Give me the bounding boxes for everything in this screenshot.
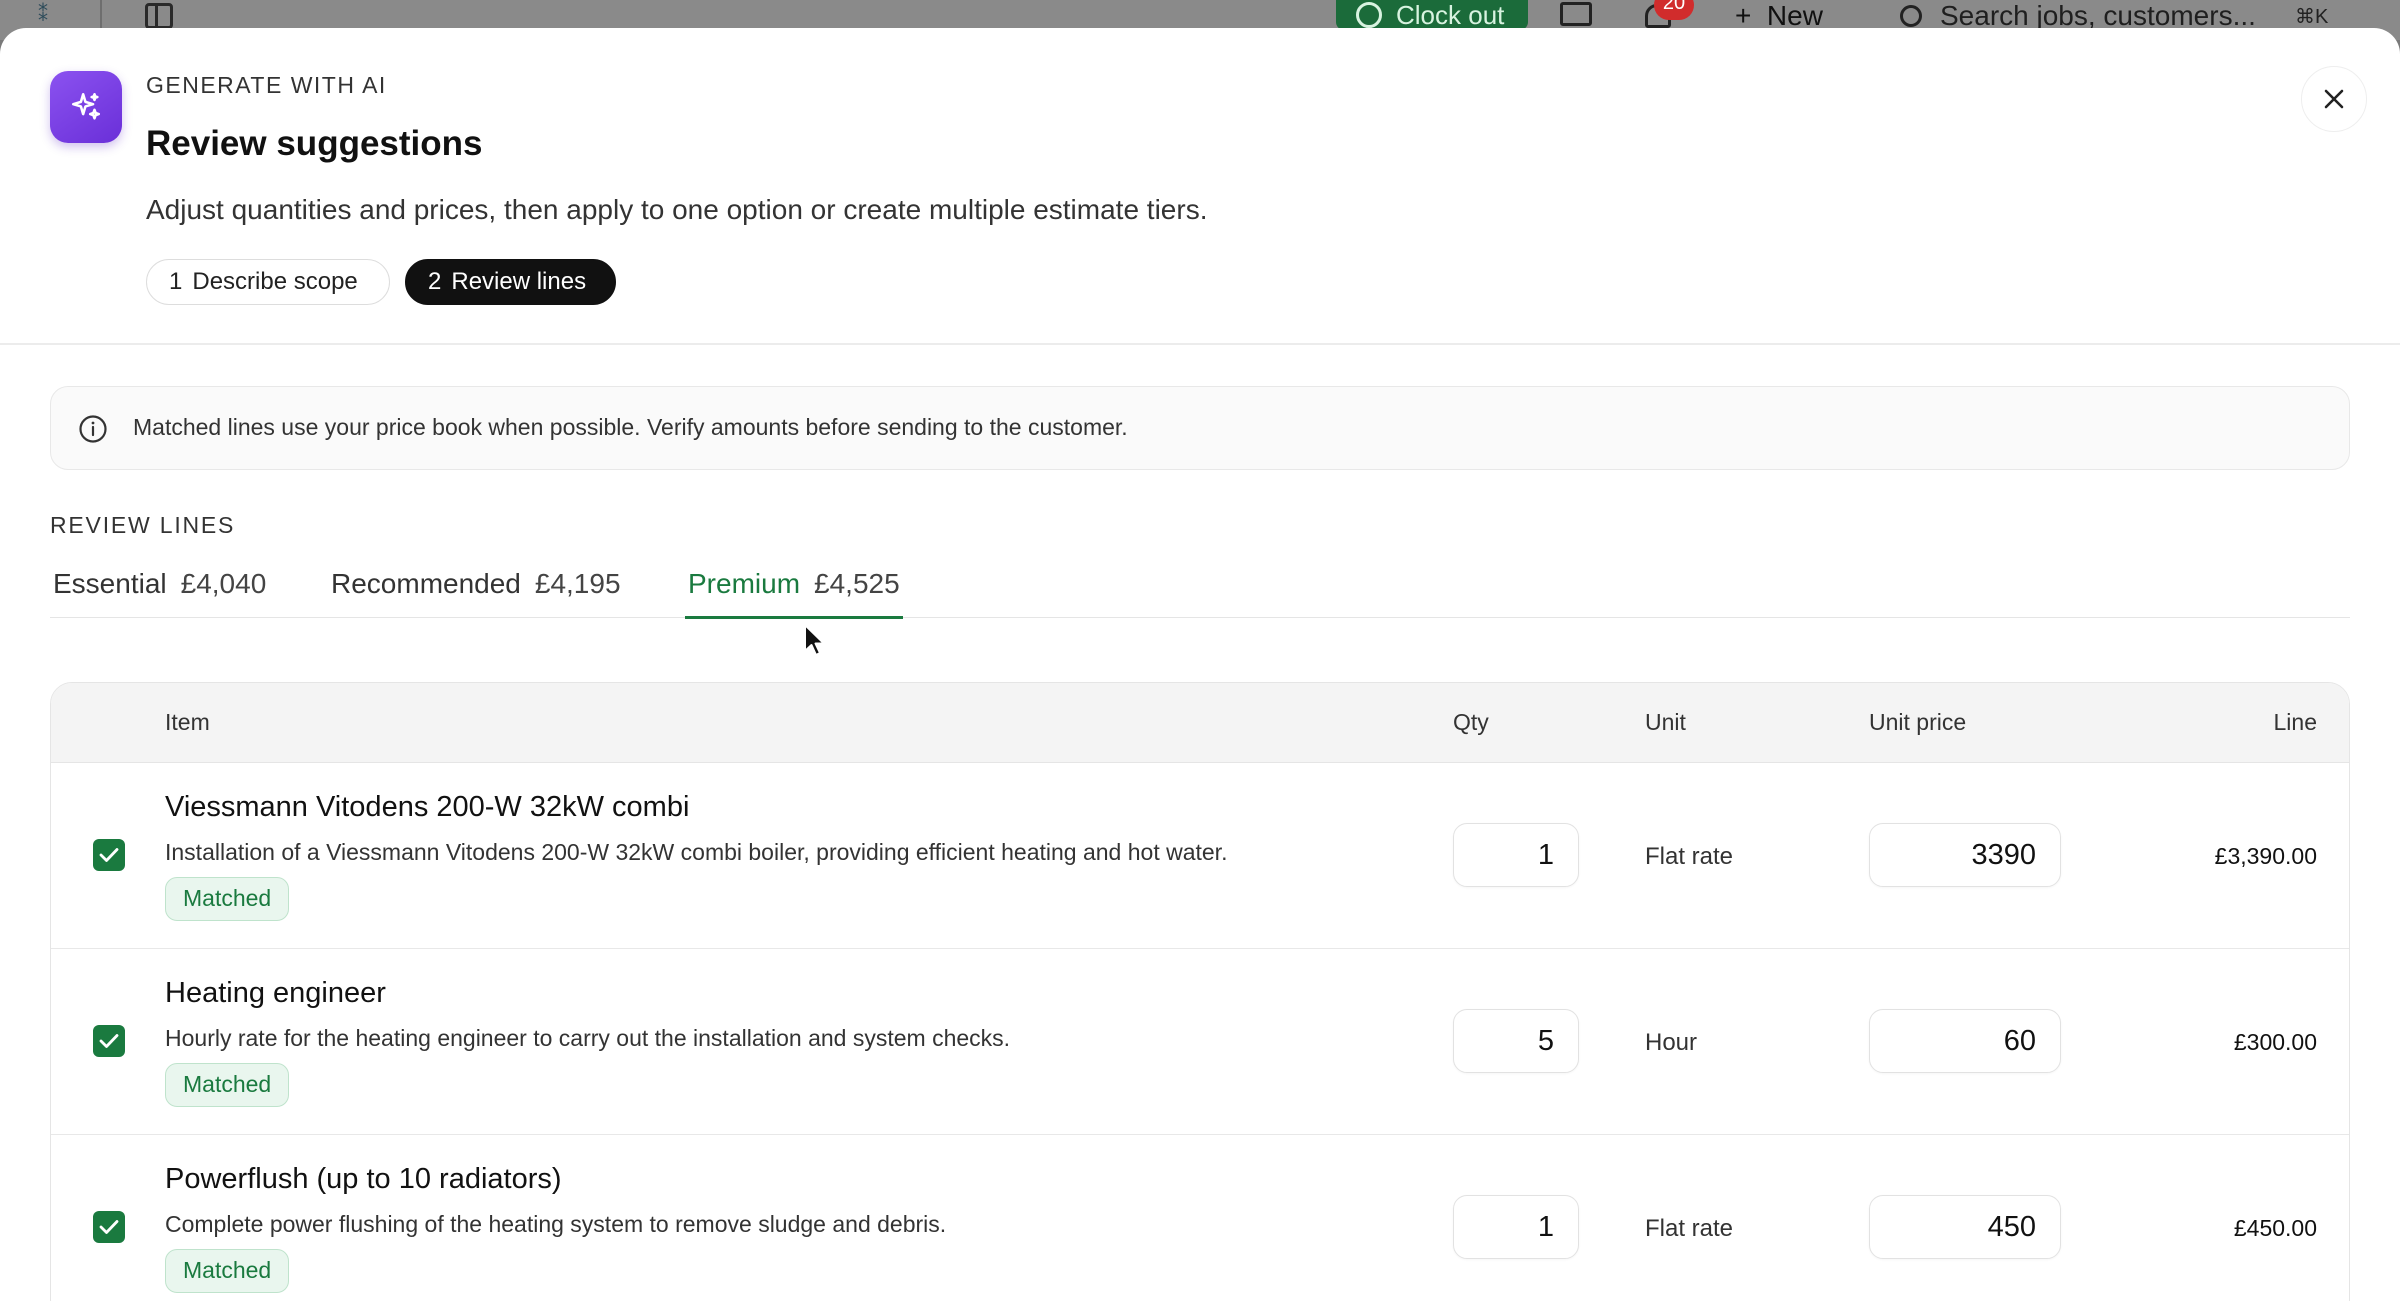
header-divider <box>0 343 2400 345</box>
unit-price-input[interactable]: 60 <box>1869 1009 2061 1073</box>
info-banner: Matched lines use your price book when p… <box>50 386 2350 470</box>
line-item-description: Complete power flushing of the heating s… <box>165 1211 947 1237</box>
mouse-cursor-icon <box>804 624 825 656</box>
info-text: Matched lines use your price book when p… <box>133 414 1128 440</box>
matched-badge: Matched <box>165 877 290 921</box>
unit-value: Hour <box>1645 1029 1698 1056</box>
mail-icon[interactable] <box>1560 2 1592 26</box>
table-row: Powerflush (up to 10 radiators) Complete… <box>51 1135 2349 1301</box>
clock-icon <box>1356 2 1382 28</box>
sparkle-icon <box>50 71 122 143</box>
section-label: REVIEW LINES <box>50 512 236 538</box>
tab-recommended[interactable]: Recommended £4,195 <box>331 568 621 618</box>
tab-label: Premium <box>688 568 801 599</box>
topbar-divider <box>100 0 102 28</box>
column-header-unit: Unit <box>1645 709 1686 735</box>
step-describe-scope[interactable]: 1 Describe scope <box>146 259 390 305</box>
tier-tabs: Essential £4,040 Recommended £4,195 Premiu… <box>50 568 2350 619</box>
table-header: Item Qty Unit Unit price Line <box>51 683 2349 763</box>
step-label: Review lines <box>451 268 587 295</box>
tab-essential[interactable]: Essential £4,040 <box>53 568 266 618</box>
matched-badge: Matched <box>165 1063 290 1107</box>
table-row: Heating engineer Hourly rate for the hea… <box>51 949 2349 1135</box>
search-placeholder: Search jobs, customers... <box>1940 0 2256 31</box>
app-logo-icon[interactable]: ⁑ <box>38 2 60 26</box>
close-button[interactable] <box>2301 66 2367 132</box>
line-item-description: Installation of a Viessmann Vitodens 200… <box>165 839 1228 865</box>
line-item-description: Hourly rate for the heating engineer to … <box>165 1025 1011 1051</box>
new-label: New <box>1766 0 1823 31</box>
unit-price-input[interactable]: 450 <box>1869 1195 2061 1259</box>
checkmark-icon <box>99 1220 119 1234</box>
step-number: 2 <box>428 268 442 295</box>
line-total: £3,390.00 <box>2214 843 2317 869</box>
ai-review-modal: GENERATE WITH AI Review suggestions Adju… <box>0 28 2400 1301</box>
line-item-name: Viessmann Vitodens 200-W 32kW combi <box>165 791 690 823</box>
line-total: £450.00 <box>2233 1215 2317 1241</box>
clock-out-label: Clock out <box>1396 0 1505 30</box>
line-item-name: Heating engineer <box>165 977 386 1009</box>
modal-eyebrow: GENERATE WITH AI <box>146 72 387 98</box>
unit-price-input[interactable]: 3390 <box>1869 823 2061 887</box>
row-checkbox[interactable] <box>93 1211 125 1243</box>
line-item-name: Powerflush (up to 10 radiators) <box>165 1163 562 1195</box>
step-label: Describe scope <box>192 268 358 295</box>
line-total: £300.00 <box>2233 1029 2317 1055</box>
clock-out-button[interactable]: Clock out <box>1336 0 1528 30</box>
search-icon <box>1900 5 1922 27</box>
column-header-unit-price: Unit price <box>1869 709 1967 735</box>
qty-input[interactable]: 1 <box>1453 1195 1579 1259</box>
notification-badge: 20 <box>1654 0 1694 20</box>
unit-value: Flat rate <box>1645 843 1734 870</box>
review-lines-table: Item Qty Unit Unit price Line Viessmann … <box>50 682 2350 1301</box>
column-header-line: Line <box>2273 709 2317 735</box>
row-checkbox[interactable] <box>93 839 125 871</box>
tab-price: £4,525 <box>814 568 900 599</box>
tab-price: £4,195 <box>534 568 621 599</box>
step-number: 1 <box>169 268 183 295</box>
modal-subtitle: Adjust quantities and prices, then apply… <box>146 194 1208 225</box>
column-header-qty: Qty <box>1453 709 1489 735</box>
modal-title: Review suggestions <box>146 124 483 163</box>
info-icon <box>79 415 107 443</box>
tab-price: £4,040 <box>180 568 267 599</box>
checkmark-icon <box>99 1034 119 1048</box>
plus-icon: + <box>1735 0 1752 31</box>
row-checkbox[interactable] <box>93 1025 125 1057</box>
tab-label: Essential <box>53 568 167 599</box>
column-header-item: Item <box>165 709 210 735</box>
matched-badge: Matched <box>165 1249 290 1293</box>
sidebar-toggle-icon[interactable] <box>145 3 173 29</box>
unit-value: Flat rate <box>1645 1215 1734 1242</box>
tab-premium[interactable]: Premium £4,525 <box>685 568 903 619</box>
qty-input[interactable]: 1 <box>1453 823 1579 887</box>
checkmark-icon <box>99 848 119 862</box>
table-row: Viessmann Vitodens 200-W 32kW combi Inst… <box>51 763 2349 949</box>
step-review-lines[interactable]: 2 Review lines <box>405 259 616 305</box>
close-icon <box>2324 89 2344 109</box>
tab-label: Recommended <box>331 568 521 599</box>
search-shortcut: ⌘K <box>2295 6 2329 28</box>
qty-input[interactable]: 5 <box>1453 1009 1579 1073</box>
